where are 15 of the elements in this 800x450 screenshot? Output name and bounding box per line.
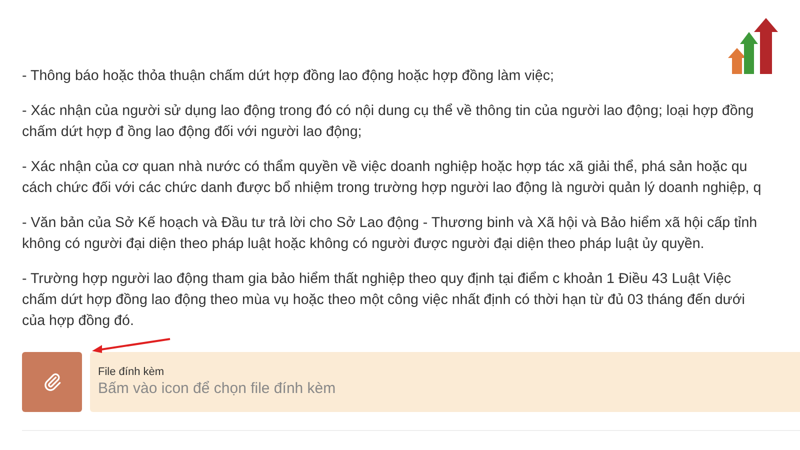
paragraph-text-line: cách chức đối với các chức danh được bổ nhiệm trong trường hợp người lao động là người quản lý doanh nghiệp, q: [22, 179, 762, 198]
field-label: File đính kèm: [98, 366, 164, 378]
paragraph-text-line: - Xác nhận của người sử dụng lao động trong đó có nội dung cụ thể về thông tin của người lao động; loại hợp đồng: [22, 102, 754, 121]
attach-file-button[interactable]: [22, 352, 82, 412]
paragraph-text-line: - Văn bản của Sở Kế hoạch và Đầu tư trả lời cho Sở Lao động - Thương binh và Xã hội và Bảo hiểm xã hội cấp tỉnh: [22, 214, 758, 233]
rising-arrows-logo: [728, 18, 780, 74]
paragraph-text-line: - Thông báo hoặc thỏa thuận chấm dứt hợp đồng lao động hoặc hợp đồng làm việc;: [22, 67, 554, 86]
paragraph-text-line: - Trường hợp người lao động tham gia bảo hiểm thất nghiệp theo quy định tại điểm c khoản 1 Điều 43 Luật Việc: [22, 270, 732, 289]
file-input-field[interactable]: Bấm vào icon để chọn file đính kèm: [98, 378, 398, 398]
paragraph-text-line: không có người đại diện theo pháp luật hoặc không có người được người đại diện theo pháp luật ủy quyền.: [22, 235, 704, 254]
paragraph-text-line: của hợp đồng đó.: [22, 312, 134, 331]
paragraph-text-line: chấm dứt hợp đồng lao động theo mùa vụ hoặc theo một công việc nhất định có thời hạn từ đủ 03 tháng đến dưới: [22, 291, 745, 310]
paragraph-text-line: - Xác nhận của cơ quan nhà nước có thẩm quyền về việc doanh nghiệp hoặc hợp tác xã giải thể, phá sản hoặc qu: [22, 158, 748, 177]
paperclip-icon: [42, 372, 62, 392]
paragraph-text-line: chấm dứt hợp đ ồng lao động đối với người lao động;: [22, 123, 362, 142]
